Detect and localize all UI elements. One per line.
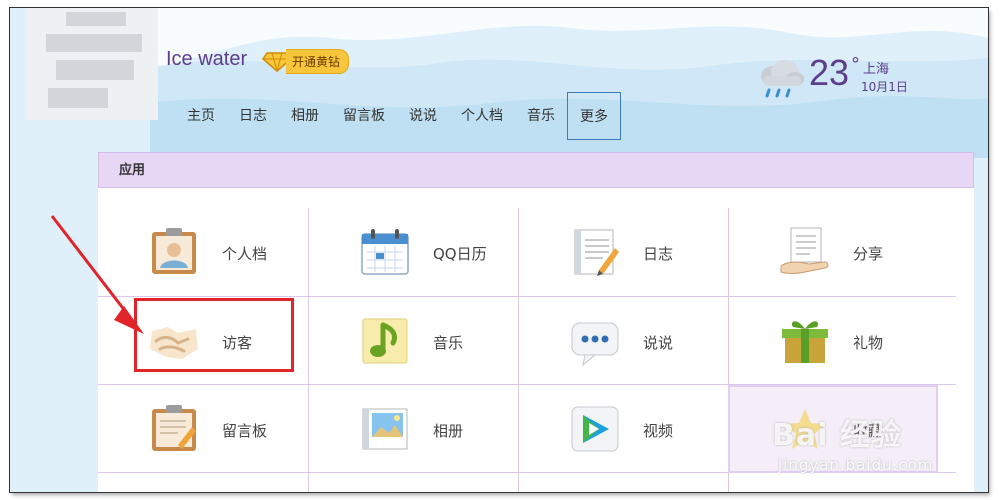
nav-item-album[interactable]: 相册 — [279, 92, 331, 140]
nav-item-home[interactable]: 主页 — [175, 92, 227, 140]
gift-box-icon — [782, 321, 828, 363]
main-nav: 主页 日志 相册 留言板 说说 个人档 音乐 更多 — [175, 92, 621, 140]
app-label: 日志 — [643, 245, 674, 263]
nav-item-more[interactable]: 更多 — [567, 92, 621, 140]
vip-badge[interactable]: 开通黄钻 — [262, 48, 350, 74]
calendar-icon — [361, 229, 409, 275]
blog-note-icon — [574, 229, 619, 276]
weather-date: 10月1日 — [861, 80, 908, 94]
annotation-highlight-box — [134, 298, 294, 372]
nav-item-blog[interactable]: 日志 — [227, 92, 279, 140]
app-tile-guestbook[interactable]: 留言板 — [98, 385, 308, 473]
share-hand-icon — [780, 227, 829, 274]
profile-card-icon — [152, 228, 196, 274]
app-label: 说说 — [643, 334, 674, 352]
weather-widget[interactable]: 23 ° 上海 10月1日 — [755, 52, 935, 102]
app-label: 礼物 — [853, 334, 884, 352]
speech-bubble-icon — [571, 322, 619, 367]
nav-item-shuoshuo[interactable]: 说说 — [397, 92, 449, 140]
app-label: 分享 — [853, 245, 884, 263]
music-note-icon — [362, 318, 408, 364]
app-tile-calendar[interactable]: QQ日历 — [308, 208, 518, 296]
app-tile-shuoshuo[interactable]: 说说 — [518, 297, 728, 385]
annotation-arrow-icon — [50, 215, 144, 334]
temperature: 23 — [809, 52, 850, 93]
app-label: QQ日历 — [433, 245, 487, 263]
app-tile-share[interactable]: 分享 — [728, 208, 938, 296]
panel-title: 应用 — [98, 152, 974, 188]
nav-item-profile[interactable]: 个人档 — [449, 92, 515, 140]
screenshot-frame: Ice water 开通黄钻 主页 日志 相册 留言板 说说 个人档 音乐 更多… — [10, 8, 988, 492]
nav-item-music[interactable]: 音乐 — [515, 92, 567, 140]
app-label: 音乐 — [433, 334, 464, 352]
baidu-watermark: Bai 经验 jingyan.baidu.com — [762, 400, 982, 490]
app-tile-music[interactable]: 音乐 — [308, 297, 518, 385]
app-label: 相册 — [433, 422, 464, 440]
photo-album-icon — [362, 408, 408, 450]
weather-city: 上海 — [863, 62, 890, 77]
app-label: 个人档 — [222, 245, 268, 263]
apps-row: 个人档 QQ日历 日志 分享 — [98, 208, 956, 296]
message-board-icon — [152, 405, 196, 451]
app-tile-blog[interactable]: 日志 — [518, 208, 728, 296]
watermark-text: Bai 经验 — [772, 418, 902, 453]
degree-symbol: ° — [851, 54, 860, 75]
nav-item-guestbook[interactable]: 留言板 — [331, 92, 397, 140]
watermark-url: jingyan.baidu.com — [778, 456, 934, 474]
profile-name[interactable]: Ice water — [166, 48, 247, 71]
app-tile-album[interactable]: 相册 — [308, 385, 518, 473]
app-label: 视频 — [643, 422, 674, 440]
video-play-icon — [571, 406, 619, 452]
avatar[interactable] — [26, 8, 158, 120]
rain-cloud-icon — [761, 60, 804, 98]
vip-label: 开通黄钻 — [286, 48, 350, 74]
app-tile-video[interactable]: 视频 — [518, 385, 728, 473]
app-label: 留言板 — [222, 422, 268, 440]
app-tile-gift[interactable]: 礼物 — [728, 297, 938, 385]
